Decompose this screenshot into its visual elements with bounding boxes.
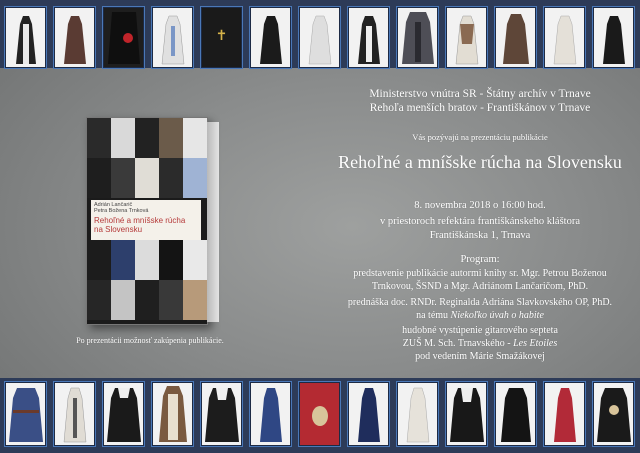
top-habit-photo-strip: ✝ [0, 5, 640, 69]
event-place-line-2: Františkánska 1, Trnava [429, 230, 531, 241]
habit-photo [543, 6, 586, 69]
book-title-line1: Rehoľné a mníšske rúcha [94, 216, 186, 225]
habit-photo [298, 381, 341, 447]
habit-photo: ✝ [200, 6, 243, 69]
program-item-3-prefix: ZUŠ M. Sch. Trnavského - [402, 338, 514, 349]
book-authors-line2: Petra Božena Trnková [94, 208, 149, 214]
habit-photo [249, 381, 292, 447]
habit-photo [4, 6, 47, 69]
book-cover-image: Adrián Lančarič Petra Božena Trnková Reh… [86, 117, 219, 325]
event-date: 8. novembra 2018 o 16:00 hod. [414, 200, 546, 211]
habit-photo [102, 6, 145, 69]
invite-line: Vás pozývajú na prezentáciu publikácie [412, 132, 548, 142]
publication-title: Rehoľné a mníšske rúcha na Slovensku [338, 152, 622, 172]
bottom-habit-photo-strip [0, 380, 640, 448]
program-item-1-line-1: predstavenie publikácie autormi knihy sr… [353, 268, 607, 279]
book-spine [207, 122, 219, 322]
ensemble-name: Les Etoiles [513, 338, 558, 349]
habit-photo [592, 6, 635, 69]
habit-photo [4, 381, 47, 447]
habit-photo [445, 381, 488, 447]
program-item-2-line-1: prednáška doc. RNDr. Reginalda Adriána S… [347, 297, 613, 308]
organizer-line-2: Rehoľa menších bratov - Františkánov v T… [369, 102, 591, 114]
habit-photo [53, 6, 96, 69]
book-title-line2: na Slovensku [94, 225, 143, 234]
lecture-title: Niekoľko úvah o habite [450, 310, 544, 321]
program-item-3-line-2: ZUŠ M. Sch. Trnavského - Les Etoiles [320, 338, 640, 349]
habit-photo [396, 6, 439, 69]
program-item-3-line-1: hudobné vystúpenie gitarového septeta [402, 325, 558, 336]
habit-photo [102, 381, 145, 447]
habit-photo [494, 6, 537, 69]
program-item-2-line-2: na tému Niekoľko úvah o habite [320, 310, 640, 321]
book-cover-label: Adrián Lančarič Petra Božena Trnková Reh… [91, 200, 201, 240]
habit-photo [151, 381, 194, 447]
organizer-line-1: Ministerstvo vnútra SR - Štátny archív v… [369, 88, 591, 100]
habit-photo [543, 381, 586, 447]
habit-photo [53, 381, 96, 447]
habit-photo [249, 6, 292, 69]
event-place-line-1: v priestoroch refektára františkánskeho … [379, 216, 580, 227]
invitation-poster: ✝ Adrián Lančarič Petra Božena Trnková R… [0, 0, 640, 453]
program-item-1-line-2: Trnkovou, ŠSND a Mgr. Adriánom Lančaričo… [371, 281, 589, 292]
program-heading: Program: [460, 254, 500, 265]
habit-photo [347, 6, 390, 69]
program-item-3-line-3: pod vedením Márie Smažákovej [415, 351, 545, 362]
habit-photo [494, 381, 537, 447]
habit-photo [592, 381, 635, 447]
habit-photo [396, 381, 439, 447]
cross-icon: ✝ [215, 29, 228, 45]
habit-photo [200, 381, 243, 447]
program-item-2-prefix: na tému [416, 310, 451, 321]
habit-photo [445, 6, 488, 69]
sale-note: Po prezentácii možnosť zakúpenia publiká… [76, 336, 224, 345]
habit-photo [298, 6, 341, 69]
habit-photo [347, 381, 390, 447]
habit-photo [151, 6, 194, 69]
